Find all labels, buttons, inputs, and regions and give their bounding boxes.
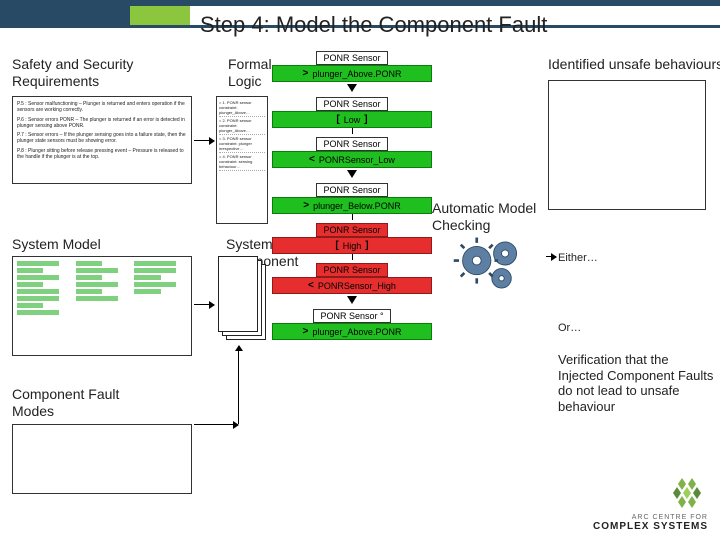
label-automatic-model-checking: Automatic Model Checking	[432, 200, 556, 234]
sensor-row-red: [ High ]	[272, 237, 432, 254]
row-value: plunger_Below.PONR	[313, 201, 401, 211]
header-green-block	[130, 6, 190, 25]
row-value: PONRSensor_High	[318, 281, 396, 291]
sensor-block: PONR Sensor ° > plunger_Above.PONR	[272, 306, 432, 340]
logo-top-text: ARC CENTRE FOR	[593, 514, 708, 521]
formal-row: = 1. PONR sensor constraint: plunger_Abo…	[219, 99, 265, 117]
label-identified-unsafe: Identified unsafe behaviours	[548, 56, 720, 73]
row-value: Low	[344, 115, 361, 125]
safety-item: P.6 : Sensor errors PONR – The plunger i…	[17, 117, 187, 130]
sensor-badge: PONR Sensor	[316, 263, 387, 277]
sensor-block: PONR Sensor < PONRSensor_High	[272, 260, 432, 294]
row-symbol: <	[308, 280, 314, 291]
row-value: plunger_Above.PONR	[312, 327, 401, 337]
sensor-row-green: [ Low ]	[272, 111, 432, 128]
sensor-block: PONR Sensor [ Low ]	[272, 94, 432, 128]
row-value: High	[343, 241, 362, 251]
box-formalised-logic: = 1. PONR sensor constraint: plunger_Abo…	[216, 96, 268, 224]
sensor-row-green: < PONRSensor_Low	[272, 151, 432, 168]
box-component-fault-modes	[12, 424, 192, 494]
label-component-fault-modes: Component Fault Modes	[12, 386, 152, 420]
sensor-row-red: < PONRSensor_High	[272, 277, 432, 294]
sensor-badge: PONR Sensor	[316, 97, 387, 111]
flow-arrow-down-icon	[347, 170, 357, 178]
logo-icon	[668, 478, 708, 512]
arrow-safety-to-formal	[194, 140, 214, 141]
slide-title: Step 4: Model the Component Fault	[200, 8, 710, 42]
label-safety-security: Safety and Security Requirements	[12, 56, 152, 90]
arrow-compfault-to-syscomp	[238, 346, 239, 424]
sensor-badge: PONR Sensor	[316, 51, 387, 65]
row-symbol: >	[303, 326, 309, 337]
sensor-block: PONR Sensor > plunger_Below.PONR	[272, 180, 432, 214]
slide-body: Safety and Security Requirements P.5 : S…	[0, 56, 720, 540]
formal-row: = 3. PONR sensor constraint: plunger irr…	[219, 135, 265, 153]
safety-item: P.5 : Sensor malfunctioning – Plunger is…	[17, 101, 187, 114]
box-system-model	[12, 256, 192, 356]
box-safety-requirements: P.5 : Sensor malfunctioning – Plunger is…	[12, 96, 192, 184]
box-identified-unsafe	[548, 80, 706, 210]
row-value: plunger_Above.PONR	[312, 69, 401, 79]
sensor-block: PONR Sensor [ High ]	[272, 220, 432, 254]
header-bar: Step 4: Model the Component Fault	[0, 0, 720, 46]
row-symbol: ]	[365, 240, 368, 251]
formal-row: = 4. PONR sensor constraint: sensing beh…	[219, 153, 265, 171]
row-symbol: [	[335, 240, 338, 251]
ponr-sensor-column: PONR Sensor > plunger_Above.PONR PONR Se…	[272, 48, 432, 340]
sensor-row-green: > plunger_Below.PONR	[272, 197, 432, 214]
safety-item: P.7 : Sensor errors – If the plunger sen…	[17, 132, 187, 145]
sensor-badge: PONR Sensor	[316, 137, 387, 151]
gears-icon	[452, 234, 544, 296]
row-symbol: [	[336, 114, 339, 125]
slide-root: Step 4: Model the Component Fault Safety…	[0, 0, 720, 540]
system-model-tree	[17, 261, 187, 351]
row-symbol: >	[303, 68, 309, 79]
label-either: Either…	[558, 252, 598, 265]
safety-item: P.8 : Plunger sitting before release pre…	[17, 148, 187, 161]
row-symbol: >	[303, 200, 309, 211]
flow-arrow-down-icon	[347, 84, 357, 92]
label-or: Or…	[558, 322, 581, 335]
label-verification-text: Verification that the Injected Component…	[558, 352, 716, 414]
sensor-badge: PONR Sensor °	[313, 309, 390, 323]
sensor-row-green: > plunger_Above.PONR	[272, 323, 432, 340]
arrow-checker-to-either	[546, 256, 556, 257]
box-system-plus-component	[218, 256, 264, 342]
flow-arrow-down-icon	[347, 296, 357, 304]
sensor-row-green: > plunger_Above.PONR	[272, 65, 432, 82]
arrow-sysmodel-to-syscomp	[194, 304, 214, 305]
sensor-block: PONR Sensor > plunger_Above.PONR	[272, 48, 432, 82]
row-symbol: <	[309, 154, 315, 165]
row-value: PONRSensor_Low	[319, 155, 395, 165]
logo-complex-systems: ARC CENTRE FOR COMPLEX SYSTEMS	[593, 478, 708, 532]
label-system-model: System Model	[12, 236, 152, 253]
formal-row: = 2. PONR sensor constraint: plunger_Abo…	[219, 117, 265, 135]
arrow-compfault-horizontal	[194, 424, 238, 425]
sensor-badge: PONR Sensor	[316, 223, 387, 237]
header-dark-block	[0, 6, 130, 25]
sensor-badge: PONR Sensor	[316, 183, 387, 197]
sensor-block: PONR Sensor < PONRSensor_Low	[272, 134, 432, 168]
logo-bottom-text: COMPLEX SYSTEMS	[593, 521, 708, 532]
row-symbol: ]	[364, 114, 367, 125]
